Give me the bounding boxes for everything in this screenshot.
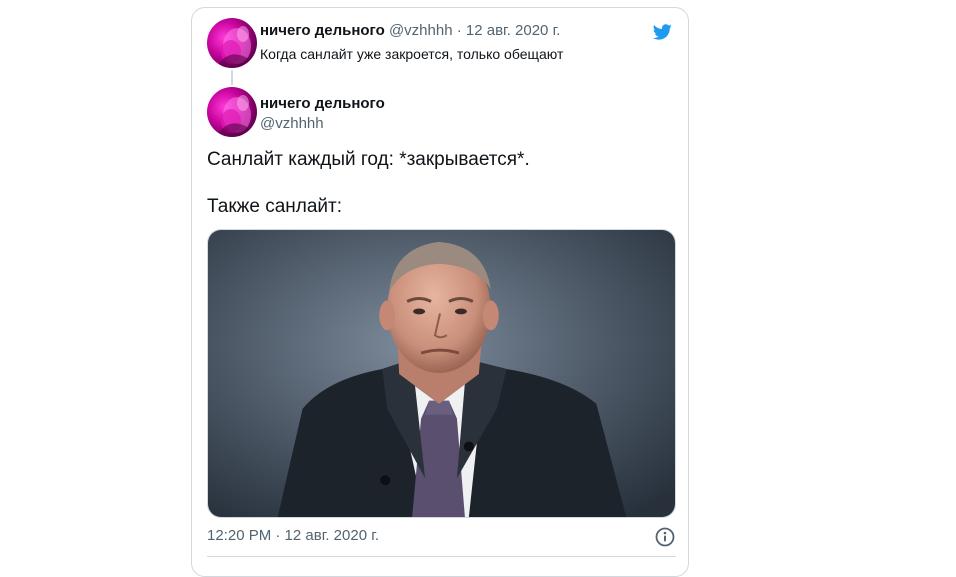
author-handle[interactable]: @vzhhhh	[260, 115, 324, 132]
divider	[207, 556, 676, 557]
twitter-bird-icon[interactable]	[650, 22, 674, 42]
info-icon[interactable]	[654, 526, 676, 548]
quoted-tweet-header: ничего дельного @vzhhhh · 12 авг. 2020 г…	[260, 22, 560, 39]
tweet-card[interactable]: ничего дельного @vzhhhh · 12 авг. 2020 г…	[191, 7, 689, 577]
tweet-text-line-1: Санлайт каждый год: *закрывается*.	[207, 149, 530, 170]
tweet-timestamp[interactable]: 12:20 PM · 12 авг. 2020 г.	[207, 527, 379, 544]
quoted-date[interactable]: 12 авг. 2020 г.	[466, 22, 560, 39]
tweet-photo[interactable]	[207, 229, 676, 518]
quoted-handle[interactable]: @vzhhhh	[389, 22, 453, 39]
avatar[interactable]	[207, 87, 257, 137]
thread-connector-line	[231, 70, 233, 85]
tweet-text-line-2: Также санлайт:	[207, 196, 342, 217]
quoted-separator: ·	[452, 22, 466, 39]
quoted-display-name[interactable]: ничего дельного	[260, 22, 385, 39]
avatar[interactable]	[207, 18, 257, 68]
author-display-name[interactable]: ничего дельного	[260, 95, 385, 112]
quoted-tweet-text: Когда санлайт уже закроется, только обещ…	[260, 46, 564, 62]
